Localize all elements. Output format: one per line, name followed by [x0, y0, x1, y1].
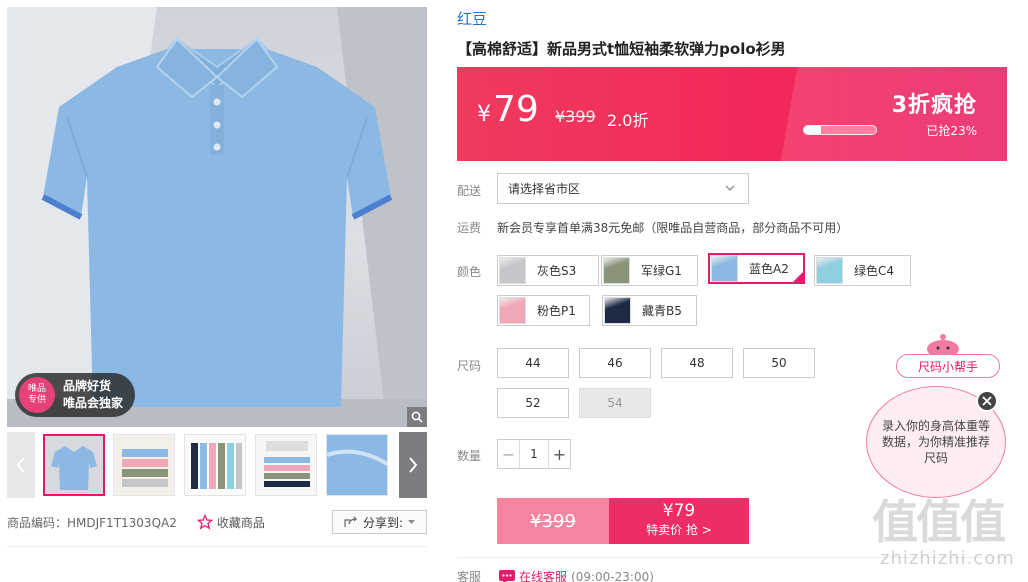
favorite-label: 收藏商品 [216, 515, 265, 530]
discount-label: 2.0折 [607, 111, 649, 130]
current-price: ¥79 [477, 89, 539, 130]
thumbnail-5[interactable] [326, 434, 388, 496]
thumbnail-strip [7, 432, 427, 498]
buy-button[interactable]: ¥399 ¥79 特卖价 抢 > [497, 498, 749, 544]
thumbnail-3[interactable] [184, 434, 246, 496]
quantity-decrease-button[interactable]: − [498, 440, 520, 468]
color-option[interactable]: 绿色C4 [814, 255, 911, 286]
flash-sale-label: 3折疯抢 [891, 93, 977, 118]
service-row: 客服 在线客服 (09:00-23:00) [457, 568, 654, 582]
chevron-left-icon [16, 457, 25, 473]
region-select[interactable]: 请选择省市区 [497, 173, 749, 204]
quantity-stepper: − 1 + [497, 439, 571, 469]
divider [7, 546, 427, 547]
thumbnail-1[interactable] [43, 434, 105, 496]
size-option: 54 [579, 388, 651, 418]
color-label: 颜色 [457, 265, 482, 279]
product-meta-row: 商品编码：HMDJF1T1303QA2 收藏商品 分享到: [7, 510, 427, 534]
magnifier-icon [411, 411, 423, 423]
thumbnail-next-button[interactable] [399, 432, 427, 498]
watermark-logo: 值值值 [872, 495, 1006, 549]
color-option-label: 藏青B5 [642, 304, 682, 318]
original-price: ¥399 [555, 107, 596, 126]
star-icon [196, 514, 213, 530]
chat-icon [499, 569, 516, 582]
quantity-increase-button[interactable]: + [548, 440, 570, 468]
size-option[interactable]: 52 [497, 388, 569, 418]
color-swatch [711, 255, 738, 282]
product-code: 商品编码：HMDJF1T1303QA2 [7, 515, 177, 530]
size-option[interactable]: 46 [579, 348, 651, 378]
product-main-image[interactable]: 唯品 专供 品牌好货 唯品会独家 [7, 7, 427, 427]
shipping-label: 配送 [457, 184, 482, 198]
badge-line-1: 品牌好货 [63, 379, 112, 393]
service-label: 客服 [457, 570, 482, 582]
zoom-button[interactable] [407, 407, 427, 427]
quantity-value[interactable]: 1 [520, 440, 548, 468]
freight-label: 运费 [457, 221, 482, 235]
online-service-link[interactable]: 在线客服 [499, 568, 567, 582]
color-option[interactable]: 粉色P1 [497, 295, 590, 326]
freight-text: 新会员专享首单满38元免邮（限唯品自营商品，部分商品不可用） [497, 221, 849, 235]
color-option[interactable]: 灰色S3 [497, 255, 599, 286]
color-swatch [603, 257, 630, 284]
thumbnail-2[interactable] [113, 434, 175, 496]
product-photo [7, 7, 427, 427]
buy-sale-price: ¥79 [662, 501, 696, 521]
size-option[interactable]: 50 [743, 348, 815, 378]
sold-progress-bar [803, 125, 877, 135]
size-option[interactable]: 44 [497, 348, 569, 378]
color-swatch [499, 297, 526, 324]
caret-down-icon [408, 519, 416, 524]
color-swatch [499, 257, 526, 284]
color-option[interactable]: 藏青B5 [602, 295, 697, 326]
online-service-label: 在线客服 [519, 570, 568, 582]
service-hours: (09:00-23:00) [571, 569, 654, 582]
color-option[interactable]: 军绿G1 [601, 255, 698, 286]
color-option-label: 灰色S3 [537, 264, 577, 278]
share-label: 分享到: [362, 515, 404, 530]
brand-badge: 唯品 专供 品牌好货 唯品会独家 [15, 373, 135, 417]
color-option-label: 绿色C4 [854, 264, 895, 278]
brand-link[interactable]: 红豆 [457, 8, 487, 29]
favorite-button[interactable]: 收藏商品 [196, 514, 265, 531]
color-option-label: 军绿G1 [641, 264, 682, 278]
size-helper-close-button[interactable] [976, 390, 998, 412]
size-helper-text: 录入你的身高体重等数据，为你精准推荐尺码 [881, 419, 990, 465]
chevron-down-icon [725, 185, 735, 191]
price-banner: ¥79 ¥399 2.0折 3折疯抢 已抢23% [457, 67, 1007, 161]
color-swatch [604, 297, 631, 324]
thumbnail-prev-button[interactable] [7, 432, 35, 498]
region-select-value: 请选择省市区 [508, 182, 581, 196]
close-icon [982, 396, 992, 406]
badge-line-2: 唯品会独家 [63, 396, 124, 410]
size-label: 尺码 [457, 359, 482, 373]
buy-original-price: ¥399 [497, 498, 609, 544]
share-button[interactable]: 分享到: [332, 510, 427, 534]
watermark-url: zhizhizhi.com [880, 548, 1015, 569]
color-swatch [816, 257, 843, 284]
selected-check-icon [791, 270, 805, 284]
color-option[interactable]: 蓝色A2 [708, 253, 805, 284]
thumbnail-4[interactable] [255, 434, 317, 496]
chevron-right-icon [409, 457, 418, 473]
color-option-label: 粉色P1 [537, 304, 576, 318]
size-helper-button[interactable]: 尺码小帮手 [896, 354, 1000, 378]
product-title: 【高棉舒适】新品男式t恤短袖柔软弹力polo衫男 [457, 40, 786, 58]
buy-action-label: 特卖价 抢 > [646, 523, 712, 537]
site-watermark: 值值值 zhizhizhi.com [872, 496, 1024, 580]
share-icon [344, 516, 358, 527]
sold-progress-text: 已抢23% [926, 124, 977, 138]
quantity-label: 数量 [457, 449, 482, 463]
size-option[interactable]: 48 [661, 348, 733, 378]
vip-exclusive-badge-icon: 唯品 专供 [19, 377, 55, 413]
